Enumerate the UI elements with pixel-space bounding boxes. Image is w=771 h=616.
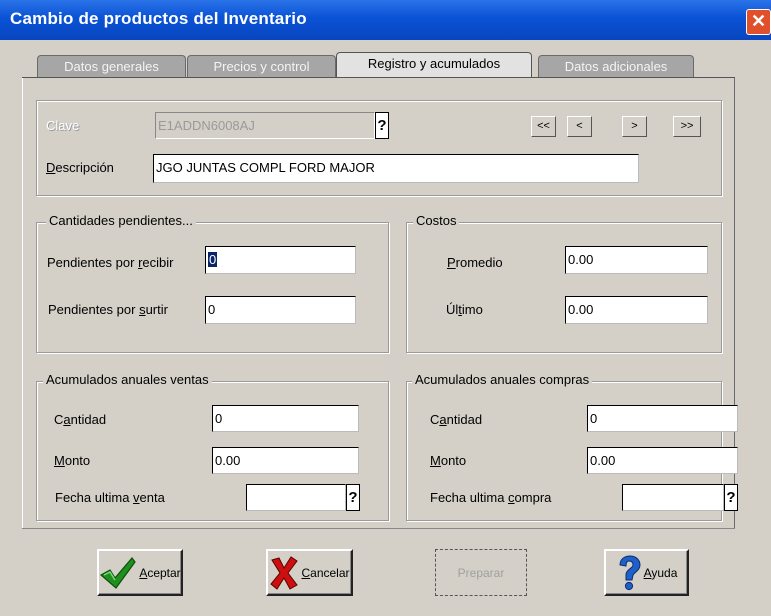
costos-title: Costos [413,213,460,228]
compras-title: Acumulados anuales compras [412,372,593,387]
ventas-fecha-field[interactable] [246,484,346,511]
pendientes-title: Cantidades pendientes... [46,213,196,228]
clave-label: Clave [46,118,80,133]
aceptar-button[interactable]: Aceptar [97,549,183,596]
check-icon [100,556,137,589]
compras-fecha-field[interactable] [622,484,724,511]
nav-next-button[interactable]: > [622,116,647,137]
ventas-cantidad-label: Cantidad [54,412,107,427]
close-icon: ✕ [750,11,767,31]
clave-help-button[interactable]: ? [375,112,389,139]
compras-cantidad-field[interactable]: 0 [587,405,738,432]
compras-fecha-label: Fecha ultima compra [430,490,552,505]
promedio-field[interactable]: 0.00 [565,246,708,274]
ventas-cantidad-field[interactable]: 0 [212,405,359,432]
costos-group [406,222,722,353]
clave-field[interactable]: E1ADDN6008AJ [155,112,375,139]
nav-last-button[interactable]: >> [673,116,701,137]
pendientes-recibir-label: Pendientes por recibir [47,255,174,270]
pendientes-group [36,222,389,353]
tab-datos-generales[interactable]: Datos generales [37,55,186,78]
aceptar-label: Aceptar [139,565,181,580]
preparar-label: Preparar [457,565,505,580]
close-button[interactable]: ✕ [746,9,771,35]
nav-first-button[interactable]: << [531,116,556,137]
pendientes-surtir-label: Pendientes por surtir [48,302,168,317]
question-icon: ? [377,117,387,134]
descripcion-field[interactable]: JGO JUNTAS COMPL FORD MAJOR [153,154,639,183]
question-icon: ? [726,489,736,506]
ventas-title: Acumulados anuales ventas [43,372,212,387]
tab-datos-adicionales[interactable]: Datos adicionales [538,55,694,78]
cancelar-label: Cancelar [301,565,350,580]
compras-cantidad-label: Cantidad [430,412,483,427]
question-icon [619,554,641,590]
preparar-button[interactable]: Preparar [435,549,527,596]
compras-monto-label: Monto [430,453,467,468]
ventas-fecha-help-button[interactable]: ? [346,484,360,511]
ventas-monto-field[interactable]: 0.00 [212,447,359,474]
ultimo-label: Último [446,302,483,317]
pendientes-recibir-field[interactable]: 0 [205,246,356,274]
ayuda-label: Ayuda [643,565,678,580]
x-icon [270,555,299,590]
tab-precios-control[interactable]: Precios y control [187,55,336,78]
descripcion-label: Descripción [46,160,114,175]
window-title: Cambio de productos del Inventario [10,9,307,28]
compras-fecha-help-button[interactable]: ? [724,484,738,511]
tab-registro-acumulados[interactable]: Registro y acumulados [336,52,532,79]
nav-prev-button[interactable]: < [567,116,592,137]
button-bar-divider [22,528,735,529]
ultimo-field[interactable]: 0.00 [565,296,708,324]
ayuda-button[interactable]: Ayuda [604,549,689,596]
ventas-monto-label: Monto [54,453,91,468]
question-icon: ? [348,489,358,506]
pendientes-surtir-field[interactable]: 0 [205,296,356,324]
compras-monto-field[interactable]: 0.00 [587,447,738,474]
selected-text: 0 [208,252,218,267]
promedio-label: Promedio [447,255,503,270]
ventas-fecha-label: Fecha ultima venta [55,490,165,505]
cancelar-button[interactable]: Cancelar [266,549,353,596]
